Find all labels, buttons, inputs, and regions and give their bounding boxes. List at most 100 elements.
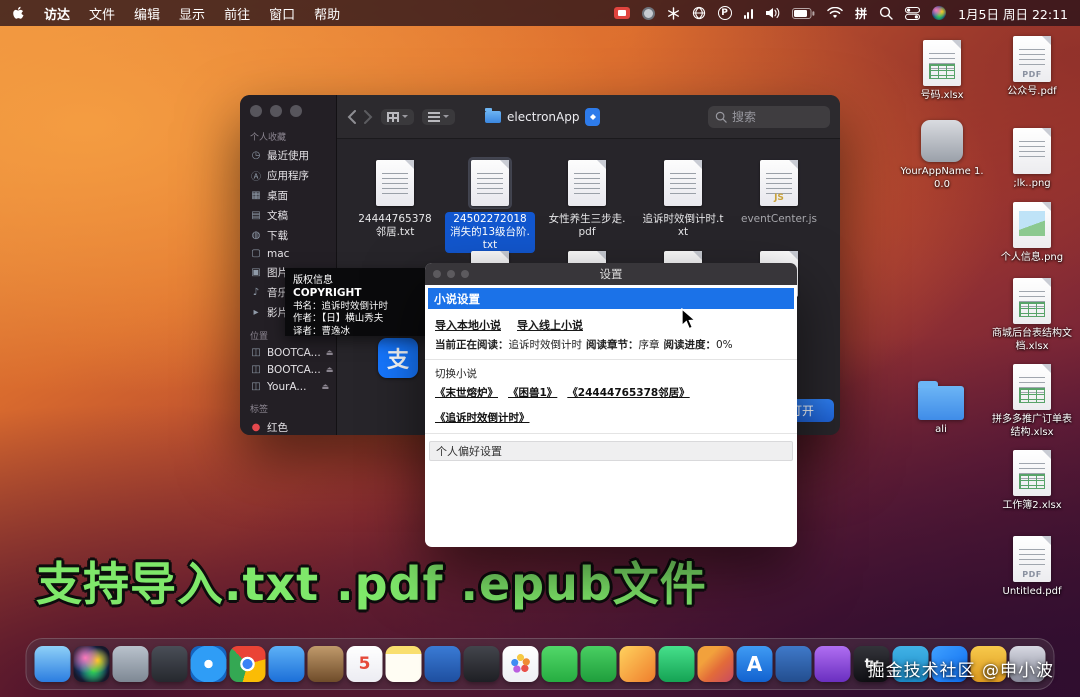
file-item[interactable]: JSeventCenter.js <box>733 157 825 227</box>
battery-icon[interactable] <box>792 5 815 21</box>
dock-chart[interactable] <box>659 646 695 682</box>
close-button[interactable] <box>433 270 441 278</box>
menu-item-文件[interactable]: 文件 <box>89 4 115 23</box>
apple-menu-icon[interactable] <box>12 5 25 21</box>
sidebar-item-应用程序[interactable]: Ⓐ应用程序 <box>240 165 336 185</box>
dock-siri[interactable] <box>74 646 110 682</box>
desktop-icon[interactable]: 拼多多推广订单表结构.xlsx <box>987 364 1077 439</box>
novel-settings-header[interactable]: 小说设置 <box>428 288 794 309</box>
minimize-button[interactable] <box>270 105 282 117</box>
dock-word[interactable] <box>425 646 461 682</box>
alipay-file-icon[interactable]: 支 <box>378 338 418 378</box>
sidebar-item-mac[interactable]: ▢mac <box>240 245 336 262</box>
group-by-control[interactable] <box>422 109 455 125</box>
dock-colors[interactable] <box>698 646 734 682</box>
menu-item-访达[interactable]: 访达 <box>44 4 70 23</box>
dock-photos-legacy[interactable] <box>308 646 344 682</box>
finder-toolbar: electronApp 搜索 <box>337 95 840 139</box>
file-item[interactable]: 女性养生三步走.pdf <box>541 157 633 240</box>
sidebar-item-下载[interactable]: ◍下载 <box>240 225 336 245</box>
file-item[interactable]: 24444765378邻居.txt <box>349 157 441 240</box>
desktop-icon[interactable]: 工作簿2.xlsx <box>987 450 1077 512</box>
view-mode-control[interactable] <box>381 109 414 125</box>
desktop-icon[interactable]: PDF公众号.pdf <box>987 36 1077 98</box>
desktop-icon[interactable]: 号码.xlsx <box>897 40 987 102</box>
dock-mail[interactable] <box>269 646 305 682</box>
siri-icon[interactable] <box>932 6 946 20</box>
desktop[interactable]: 访达文件编辑显示前往窗口帮助 P 拼 <box>0 0 1080 697</box>
sidebar-item-BOOTCA...[interactable]: ◫BOOTCA...⏏ <box>240 344 336 361</box>
volume-icon[interactable] <box>765 5 780 21</box>
asterisk-icon[interactable] <box>667 5 680 21</box>
dock-finder[interactable] <box>35 646 71 682</box>
menu-item-窗口[interactable]: 窗口 <box>269 4 295 23</box>
sidebar-item-BOOTCA...[interactable]: ◫BOOTCA...⏏ <box>240 361 336 378</box>
menu-clock[interactable]: 1月5日 周日 22:11 <box>958 4 1068 23</box>
menu-item-编辑[interactable]: 编辑 <box>134 4 160 23</box>
dock-safari[interactable] <box>191 646 227 682</box>
file-item[interactable]: 24502272018消失的13级台阶.txt <box>444 157 536 253</box>
dock-pencil[interactable] <box>620 646 656 682</box>
dock-photos[interactable] <box>503 646 539 682</box>
desktop-icon[interactable]: ;lk..png <box>987 128 1077 190</box>
dock-camera-green[interactable] <box>581 646 617 682</box>
settings-window[interactable]: 设置 小说设置 导入本地小说导入线上小说 当前正在阅读：追诉时效倒计时 阅读章节… <box>425 263 797 547</box>
back-button[interactable] <box>347 110 356 124</box>
book-link[interactable]: 《困兽1》 <box>508 385 557 400</box>
sidebar-item-桌面[interactable]: ▦桌面 <box>240 185 336 205</box>
dropdown-stepper-icon[interactable] <box>585 108 600 126</box>
desktop-icon[interactable]: PDFUntitled.pdf <box>987 536 1077 598</box>
watermark: 掘金技术社区 @申小波 <box>868 656 1054 681</box>
window-controls[interactable] <box>250 105 302 117</box>
dock-calendar[interactable]: 5 <box>347 646 383 682</box>
sidebar-item-最近使用[interactable]: ◷最近使用 <box>240 145 336 165</box>
import-link[interactable]: 导入线上小说 <box>517 317 583 333</box>
desktop-icon[interactable]: YourAppName 1.0.0 <box>897 120 987 191</box>
eject-icon[interactable]: ⏏ <box>321 382 331 391</box>
dock-docker[interactable] <box>776 646 812 682</box>
dock-podcasts[interactable] <box>815 646 851 682</box>
eject-icon[interactable]: ⏏ <box>326 365 336 374</box>
menu-item-帮助[interactable]: 帮助 <box>314 4 340 23</box>
close-button[interactable] <box>250 105 262 117</box>
dock-wechat[interactable] <box>542 646 578 682</box>
parallels-icon[interactable]: P <box>718 6 732 20</box>
dock-terminal[interactable] <box>464 646 500 682</box>
signal-meter-icon[interactable] <box>744 8 754 19</box>
control-center-icon[interactable] <box>905 5 920 21</box>
screen-record-icon[interactable] <box>614 7 630 19</box>
forward-button[interactable] <box>364 110 373 124</box>
desktop-icon[interactable]: 商城后台表结构文档.xlsx <box>987 278 1077 353</box>
dock-system-settings[interactable] <box>152 646 188 682</box>
dock-notes[interactable] <box>386 646 422 682</box>
zoom-button[interactable] <box>290 105 302 117</box>
dock-chrome[interactable] <box>230 646 266 682</box>
book-link[interactable]: 《末世熔炉》 <box>435 385 498 400</box>
desktop-icon[interactable]: ali <box>896 378 986 436</box>
app-status-icon[interactable] <box>642 7 655 20</box>
wifi-icon[interactable] <box>827 5 843 21</box>
sidebar-item-YourA...[interactable]: ◫YourA...⏏ <box>240 378 336 395</box>
dock-app-store[interactable]: A <box>737 646 773 682</box>
file-item[interactable]: 追诉时效倒计时.txt <box>637 157 729 240</box>
book-link[interactable]: 《追诉时效倒计时》 <box>435 410 530 425</box>
eject-icon[interactable]: ⏏ <box>326 348 336 357</box>
menu-item-显示[interactable]: 显示 <box>179 4 205 23</box>
globe-icon[interactable] <box>692 5 706 21</box>
preferences-header[interactable]: 个人偏好设置 <box>429 441 793 461</box>
window-controls[interactable] <box>433 270 469 278</box>
file-icon-wrap: JS <box>757 157 801 209</box>
minimize-button[interactable] <box>447 270 455 278</box>
desktop-icon[interactable]: 个人信息.png <box>987 202 1077 264</box>
input-method-badge[interactable]: 拼 <box>855 5 867 21</box>
sidebar-item-文稿[interactable]: ▤文稿 <box>240 205 336 225</box>
search-icon[interactable] <box>879 5 893 21</box>
search-field[interactable]: 搜索 <box>708 106 830 128</box>
zoom-button[interactable] <box>461 270 469 278</box>
dock-launchpad[interactable] <box>113 646 149 682</box>
import-link[interactable]: 导入本地小说 <box>435 317 501 333</box>
sidebar-item-红色[interactable]: ●红色 <box>240 417 336 435</box>
menu-item-前往[interactable]: 前往 <box>224 4 250 23</box>
book-link[interactable]: 《24444765378邻居》 <box>567 385 689 400</box>
folder-dropdown[interactable]: electronApp <box>485 108 600 126</box>
